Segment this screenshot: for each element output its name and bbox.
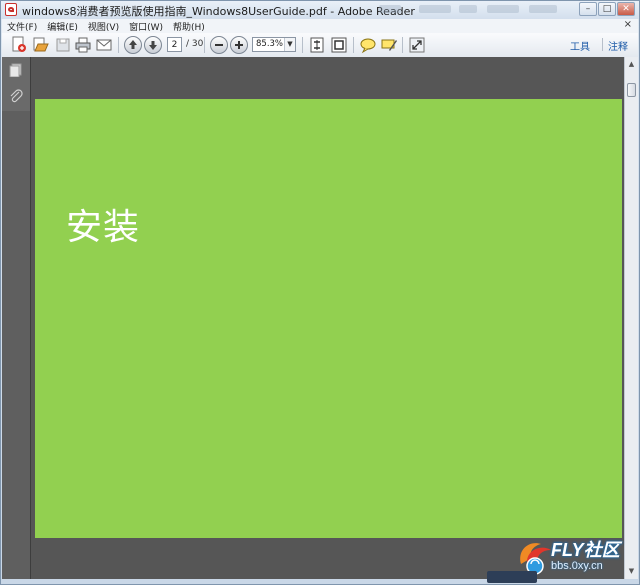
window-controls: – □ ✕ bbox=[578, 2, 635, 16]
create-pdf-icon[interactable] bbox=[10, 36, 28, 54]
fly-logo-icon bbox=[520, 543, 551, 575]
menu-bar: 文件(F) 编辑(E) 视图(V) 窗口(W) 帮助(H) × bbox=[2, 19, 638, 33]
menu-window[interactable]: 窗口(W) bbox=[124, 20, 168, 33]
page-thumbnails-icon[interactable] bbox=[9, 63, 23, 80]
adobe-reader-window: windows8消费者预览版使用指南_Windows8UserGuide.pdf… bbox=[0, 0, 640, 585]
save-icon[interactable] bbox=[54, 36, 72, 54]
expand-icon[interactable] bbox=[408, 36, 426, 54]
zoom-in-icon[interactable] bbox=[230, 36, 248, 54]
blurred-tab bbox=[379, 5, 401, 13]
taskbar-fragment bbox=[487, 571, 537, 583]
attachment-icon[interactable] bbox=[9, 89, 23, 106]
tools-panel-link[interactable]: 工具 bbox=[570, 38, 590, 53]
toolbar-separator bbox=[204, 37, 205, 53]
adobe-reader-icon bbox=[5, 3, 17, 16]
document-area[interactable]: 安装 bbox=[31, 57, 625, 579]
chevron-down-icon[interactable]: ▼ bbox=[284, 38, 295, 51]
page-up-icon[interactable] bbox=[124, 36, 142, 54]
vertical-scrollbar[interactable]: ▲ ▼ bbox=[624, 57, 638, 579]
blurred-tab bbox=[529, 5, 557, 13]
toolbar: 2 / 30 85.3% ▼ 工具 注释 bbox=[2, 33, 638, 58]
highlight-icon[interactable] bbox=[380, 36, 398, 54]
toolbar-separator bbox=[302, 37, 303, 53]
menu-file[interactable]: 文件(F) bbox=[2, 20, 42, 33]
toolbar-separator bbox=[118, 37, 119, 53]
minimize-button[interactable]: – bbox=[579, 2, 597, 16]
page-number-input[interactable]: 2 bbox=[167, 37, 182, 52]
comment-icon[interactable] bbox=[359, 36, 377, 54]
watermark-url: bbs.0xy.cn bbox=[551, 560, 603, 572]
zoom-select[interactable]: 85.3% ▼ bbox=[252, 37, 296, 52]
title-bar: windows8消费者预览版使用指南_Windows8UserGuide.pdf… bbox=[1, 1, 639, 19]
zoom-value: 85.3% bbox=[256, 39, 284, 49]
pdf-page: 安装 bbox=[35, 99, 622, 538]
maximize-button[interactable]: □ bbox=[598, 2, 616, 16]
watermark-brand: FLY社区 bbox=[551, 540, 620, 560]
menu-edit[interactable]: 编辑(E) bbox=[42, 20, 83, 33]
menu-view[interactable]: 视图(V) bbox=[83, 20, 124, 33]
scrollbar-thumb[interactable] bbox=[627, 83, 636, 97]
toolbar-separator bbox=[602, 38, 603, 51]
toolbar-separator bbox=[353, 37, 354, 53]
menu-help[interactable]: 帮助(H) bbox=[168, 20, 210, 33]
blurred-tab bbox=[419, 5, 451, 13]
scroll-up-icon[interactable]: ▲ bbox=[626, 59, 637, 70]
page-total: / 30 bbox=[186, 39, 204, 49]
page-down-icon[interactable] bbox=[144, 36, 162, 54]
window-title: windows8消费者预览版使用指南_Windows8UserGuide.pdf… bbox=[22, 5, 415, 18]
navigation-pane bbox=[2, 57, 31, 579]
email-icon[interactable] bbox=[95, 36, 113, 54]
blurred-tab bbox=[459, 5, 477, 13]
page-heading: 安装 bbox=[66, 207, 141, 248]
blurred-tab bbox=[487, 5, 519, 13]
open-icon[interactable] bbox=[32, 36, 50, 54]
toolbar-separator bbox=[402, 37, 403, 53]
close-button[interactable]: ✕ bbox=[617, 2, 635, 16]
fit-width-icon[interactable] bbox=[330, 36, 348, 54]
comment-panel-link[interactable]: 注释 bbox=[608, 38, 628, 53]
fit-page-icon[interactable] bbox=[308, 36, 326, 54]
close-document-icon[interactable]: × bbox=[624, 19, 632, 30]
print-icon[interactable] bbox=[74, 36, 92, 54]
zoom-out-icon[interactable] bbox=[210, 36, 228, 54]
